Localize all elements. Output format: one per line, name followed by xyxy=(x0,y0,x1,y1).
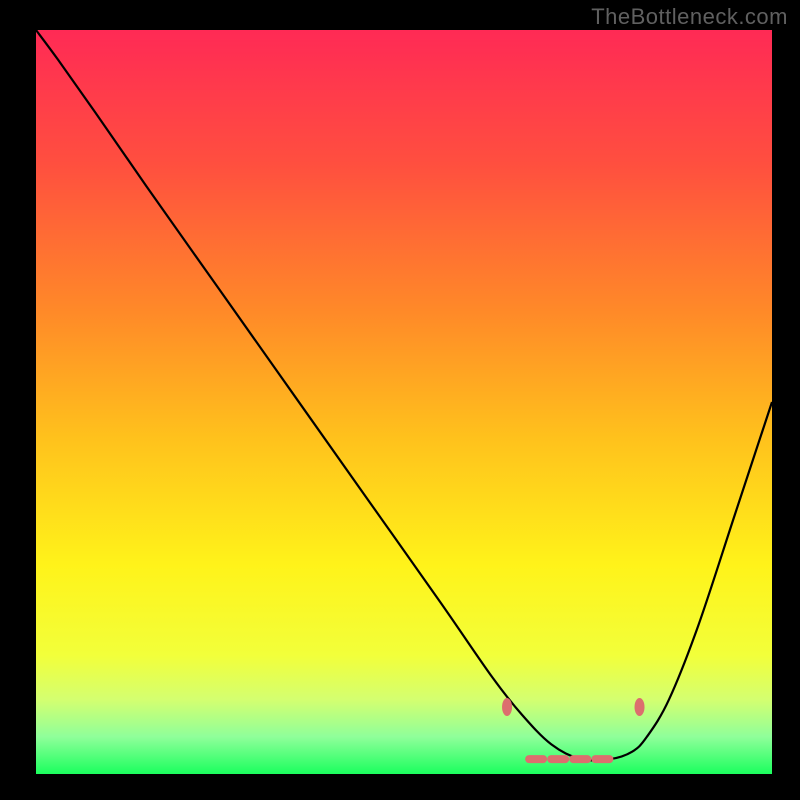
watermark-text: TheBottleneck.com xyxy=(591,4,788,30)
marker-cap xyxy=(502,698,512,716)
chart-frame: TheBottleneck.com xyxy=(0,0,800,800)
gradient-background xyxy=(36,30,772,774)
bottleneck-chart xyxy=(0,0,800,800)
marker-cap xyxy=(635,698,645,716)
